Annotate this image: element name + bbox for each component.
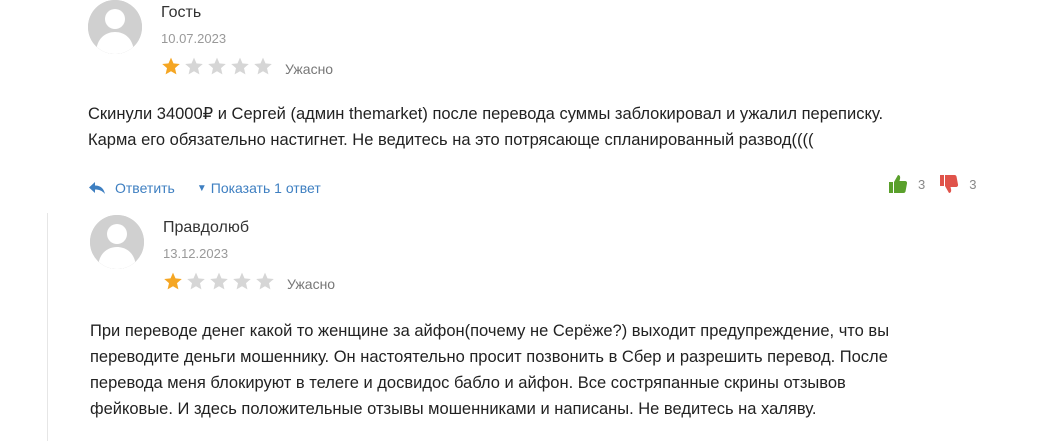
rating-label: Ужасно [287, 276, 336, 292]
review-actions: Ответить ▼ Показать 1 ответ [88, 180, 321, 196]
star-empty-icon [208, 57, 226, 75]
like-count: 3 [918, 176, 926, 192]
review-text: При переводе денег какой то женщине за а… [90, 318, 889, 422]
review-text: Скинули 34000₽ и Сергей (админ themarket… [88, 101, 883, 153]
review-author: Правдолюб [163, 219, 249, 236]
user-silhouette-icon [90, 215, 144, 269]
star-empty-icon [231, 57, 249, 75]
review-date: 10.07.2023 [161, 31, 227, 46]
avatar [90, 215, 144, 269]
star-filled-icon [164, 272, 182, 290]
star-empty-icon [254, 57, 272, 75]
thumbs-down-icon [940, 175, 959, 193]
review-text-line: Скинули 34000₽ и Сергей (админ themarket… [88, 105, 884, 123]
review-text-line: При переводе денег какой то женщине за а… [90, 322, 890, 340]
reply-button[interactable]: Ответить [88, 180, 175, 196]
rating-stars [160, 56, 274, 76]
star-empty-icon [233, 272, 251, 290]
rating-label: Ужасно [285, 61, 334, 77]
rating-stars [162, 271, 276, 291]
dislike-count: 3 [969, 176, 977, 192]
star-empty-icon [210, 272, 228, 290]
star-empty-icon [185, 57, 203, 75]
review-date: 13.12.2023 [163, 246, 229, 261]
vote-controls: 3 3 [888, 174, 976, 194]
review-text-line: переводите деньги мошеннику. Он настояте… [90, 348, 888, 366]
review-author: Гость [161, 4, 202, 21]
user-silhouette-icon [88, 0, 142, 54]
star-filled-icon [162, 57, 180, 75]
star-empty-icon [187, 272, 205, 290]
review-text-line: перевода меня блокируют в телеге и досви… [90, 374, 846, 392]
review-text-line: фейковые. И здесь положительные отзывы м… [90, 400, 817, 418]
dislike-button[interactable]: 3 [939, 174, 976, 194]
avatar [88, 0, 142, 54]
thumbs-up-icon [889, 175, 908, 193]
review-text-line: Карма его обязательно настигнет. Не веди… [88, 131, 814, 149]
show-replies-label: Показать 1 ответ [210, 180, 321, 196]
show-replies-button[interactable]: ▼ Показать 1 ответ [197, 180, 321, 196]
caret-down-icon: ▼ [196, 182, 207, 194]
reply-label: Ответить [115, 180, 175, 196]
like-button[interactable]: 3 [888, 174, 925, 194]
star-empty-icon [256, 272, 274, 290]
reply-arrow-icon [89, 182, 105, 194]
thread-indent-line [47, 213, 48, 441]
